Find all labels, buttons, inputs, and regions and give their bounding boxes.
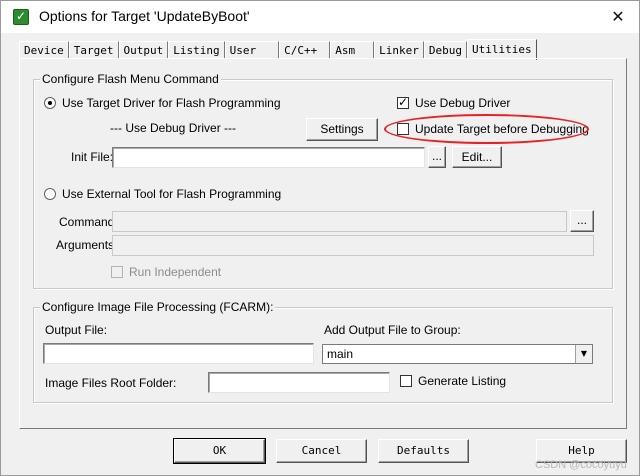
window-title: Options for Target 'UpdateByBoot' [39, 8, 250, 24]
init-file-input[interactable] [112, 147, 425, 168]
tab-linker[interactable]: Linker [374, 41, 424, 59]
root-folder-label: Image Files Root Folder: [45, 376, 177, 390]
options-dialog: Options for Target 'UpdateByBoot' ✕ Devi… [0, 0, 640, 476]
cancel-button[interactable]: Cancel [276, 439, 367, 463]
arguments-label: Arguments: [56, 238, 118, 252]
keil-app-icon [13, 9, 29, 25]
image-group-title: Configure Image File Processing (FCARM): [40, 300, 276, 314]
output-file-label: Output File: [45, 323, 108, 337]
cancel-label: Cancel [301, 444, 342, 457]
tab-output[interactable]: Output [118, 41, 169, 59]
tab-user[interactable]: User [224, 41, 280, 59]
generate-listing-checkbox[interactable] [400, 375, 412, 387]
tab-listing[interactable]: Listing [168, 41, 225, 59]
command-label: Command: [59, 215, 118, 229]
root-folder-input[interactable] [208, 372, 390, 393]
command-browse-label: ... [576, 213, 587, 227]
command-input[interactable] [112, 211, 567, 232]
help-label: Help [568, 444, 595, 457]
init-file-label: Init File: [71, 150, 114, 164]
tab-device[interactable]: Device [19, 41, 69, 59]
use-target-driver-label: Use Target Driver for Flash Programming [62, 96, 281, 110]
flash-group-title: Configure Flash Menu Command [40, 72, 221, 86]
chevron-down-icon[interactable]: ▼ [575, 345, 592, 363]
defaults-label: Defaults [397, 444, 450, 457]
browse-label: ... [431, 149, 442, 163]
use-debug-driver-checkbox[interactable] [397, 95, 409, 109]
use-external-tool-label: Use External Tool for Flash Programming [62, 187, 282, 201]
run-independent-label: Run Independent [129, 265, 222, 279]
use-debug-driver-label: Use Debug Driver [415, 96, 511, 110]
driver-display: --- Use Debug Driver --- [110, 121, 237, 135]
use-external-tool-radio[interactable] [44, 188, 56, 200]
highlight-annotation [384, 114, 589, 144]
tab-utilities[interactable]: Utilities [466, 39, 537, 60]
tab-strip: Device Target Output Listing User C/C++ … [19, 38, 537, 60]
edit-button-label: Edit... [461, 150, 493, 164]
tab-c-cpp[interactable]: C/C++ [279, 41, 331, 59]
tab-asm[interactable]: Asm [330, 41, 375, 59]
edit-button[interactable]: Edit... [452, 146, 502, 168]
settings-button[interactable]: Settings [306, 118, 378, 141]
watermark-text: CSDN @cocoyuyu [535, 459, 627, 471]
run-independent-checkbox[interactable] [111, 266, 123, 278]
settings-button-label: Settings [320, 122, 364, 136]
add-output-label: Add Output File to Group: [324, 323, 461, 337]
flash-menu-group: Configure Flash Menu Command [33, 72, 613, 289]
tab-debug[interactable]: Debug [423, 41, 467, 59]
command-browse-button[interactable]: ... [570, 210, 594, 232]
ok-button[interactable]: OK [173, 438, 266, 464]
arguments-input[interactable] [112, 235, 594, 256]
output-file-input[interactable] [43, 343, 314, 364]
close-icon[interactable]: ✕ [601, 3, 635, 31]
init-file-browse-button[interactable]: ... [428, 146, 446, 168]
group-select[interactable]: main ▼ [322, 344, 593, 364]
tab-target[interactable]: Target [68, 41, 119, 59]
generate-listing-label: Generate Listing [418, 374, 507, 388]
use-target-driver-radio[interactable] [44, 97, 56, 109]
ok-label: OK [212, 444, 227, 457]
title-bar: Options for Target 'UpdateByBoot' ✕ [1, 1, 639, 33]
defaults-button[interactable]: Defaults [378, 439, 469, 463]
utilities-panel: Configure Flash Menu Command Use Target … [19, 58, 627, 429]
group-select-value: main [327, 347, 354, 361]
